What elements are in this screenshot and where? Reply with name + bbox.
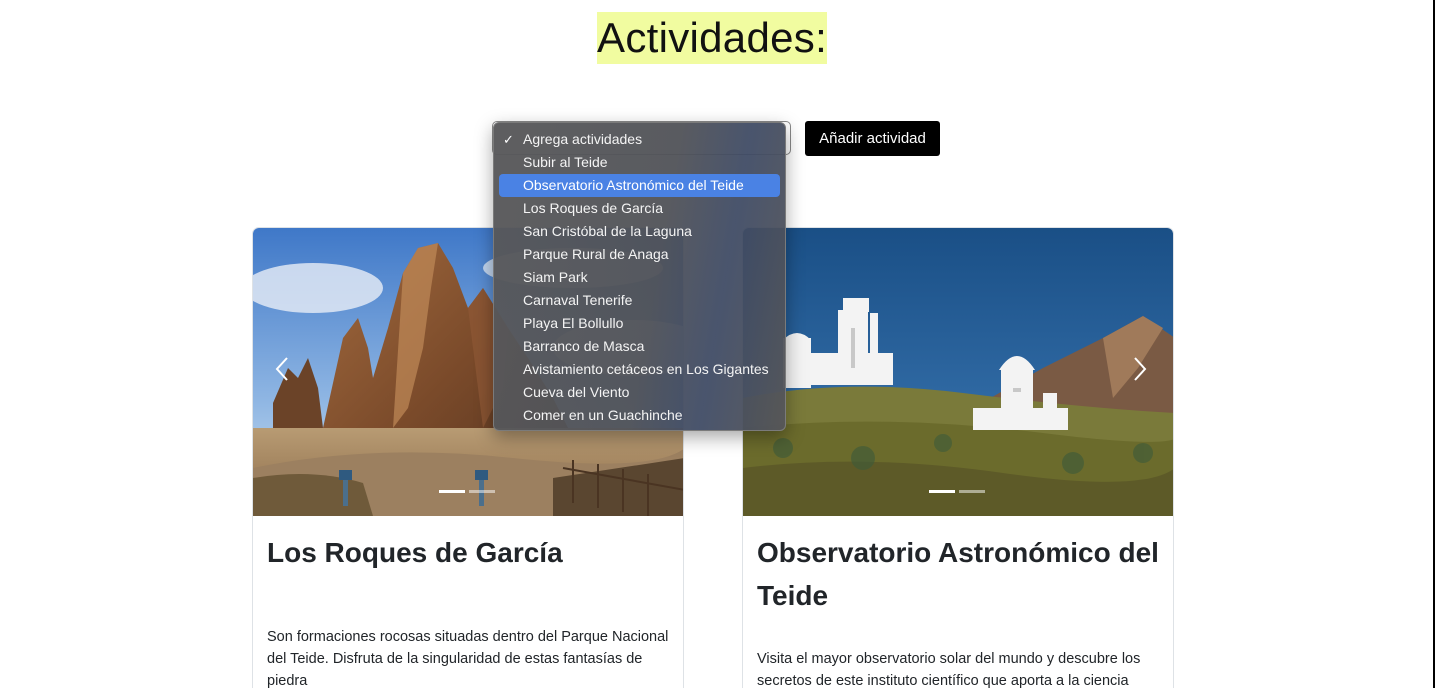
- dropdown-option[interactable]: Carnaval Tenerife: [499, 289, 780, 312]
- dropdown-option[interactable]: ✓ Agrega actividades: [499, 128, 780, 151]
- dropdown-option-label: Observatorio Astronómico del Teide: [523, 177, 744, 193]
- observatorio-image: [743, 228, 1173, 516]
- dropdown-option[interactable]: Parque Rural de Anaga: [499, 243, 780, 266]
- dropdown-option[interactable]: Siam Park: [499, 266, 780, 289]
- add-activity-button[interactable]: Añadir actividad: [805, 121, 940, 156]
- carousel-indicator-active[interactable]: [929, 490, 955, 493]
- dropdown-option-label: Cueva del Viento: [523, 384, 630, 400]
- chevron-left-icon[interactable]: [275, 356, 289, 382]
- dropdown-option-label: San Cristóbal de la Laguna: [523, 223, 692, 239]
- card-title: Los Roques de García: [267, 537, 563, 568]
- dropdown-option[interactable]: Cueva del Viento: [499, 381, 780, 404]
- dropdown-option[interactable]: Playa El Bollullo: [499, 312, 780, 335]
- carousel-indicator-active[interactable]: [439, 490, 465, 493]
- chevron-right-icon[interactable]: [1133, 356, 1147, 382]
- image-carousel[interactable]: [743, 228, 1173, 516]
- card-description: Visita el mayor observatorio solar del m…: [757, 651, 1141, 688]
- dropdown-option-label: Comer en un Guachinche: [523, 407, 683, 423]
- card-description: Son formaciones rocosas situadas dentro …: [267, 629, 669, 688]
- checkmark-icon: ✓: [503, 132, 514, 147]
- dropdown-option[interactable]: Comer en un Guachinche: [499, 404, 780, 427]
- carousel-indicator[interactable]: [959, 490, 985, 493]
- carousel-indicator[interactable]: [469, 490, 495, 493]
- dropdown-option[interactable]: San Cristóbal de la Laguna: [499, 220, 780, 243]
- dropdown-option[interactable]: Avistamiento cetáceos en Los Gigantes: [499, 358, 780, 381]
- activity-card: Observatorio Astronómico del Teide Visit…: [742, 227, 1174, 688]
- dropdown-option[interactable]: Subir al Teide: [499, 151, 780, 174]
- dropdown-option-label: Agrega actividades: [523, 131, 643, 147]
- dropdown-option-label: Parque Rural de Anaga: [523, 246, 669, 262]
- activity-dropdown-menu[interactable]: ✓ Agrega actividades Subir al Teide Observa…: [493, 122, 786, 431]
- dropdown-option-label: Siam Park: [523, 269, 588, 285]
- dropdown-option-label: Carnaval Tenerife: [523, 292, 633, 308]
- dropdown-option[interactable]: Los Roques de García: [499, 197, 780, 220]
- dropdown-option-label: Los Roques de García: [523, 200, 664, 216]
- dropdown-option[interactable]: Observatorio Astronómico del Teide: [499, 174, 780, 197]
- dropdown-option-label: Barranco de Masca: [523, 338, 645, 354]
- dropdown-option-label: Playa El Bollullo: [523, 315, 624, 331]
- dropdown-option-label: Avistamiento cetáceos en Los Gigantes: [523, 361, 769, 377]
- page-title: Actividades:: [597, 12, 828, 64]
- card-title: Observatorio Astronómico del Teide: [757, 537, 1159, 611]
- dropdown-option[interactable]: Barranco de Masca: [499, 335, 780, 358]
- dropdown-option-label: Subir al Teide: [523, 154, 608, 170]
